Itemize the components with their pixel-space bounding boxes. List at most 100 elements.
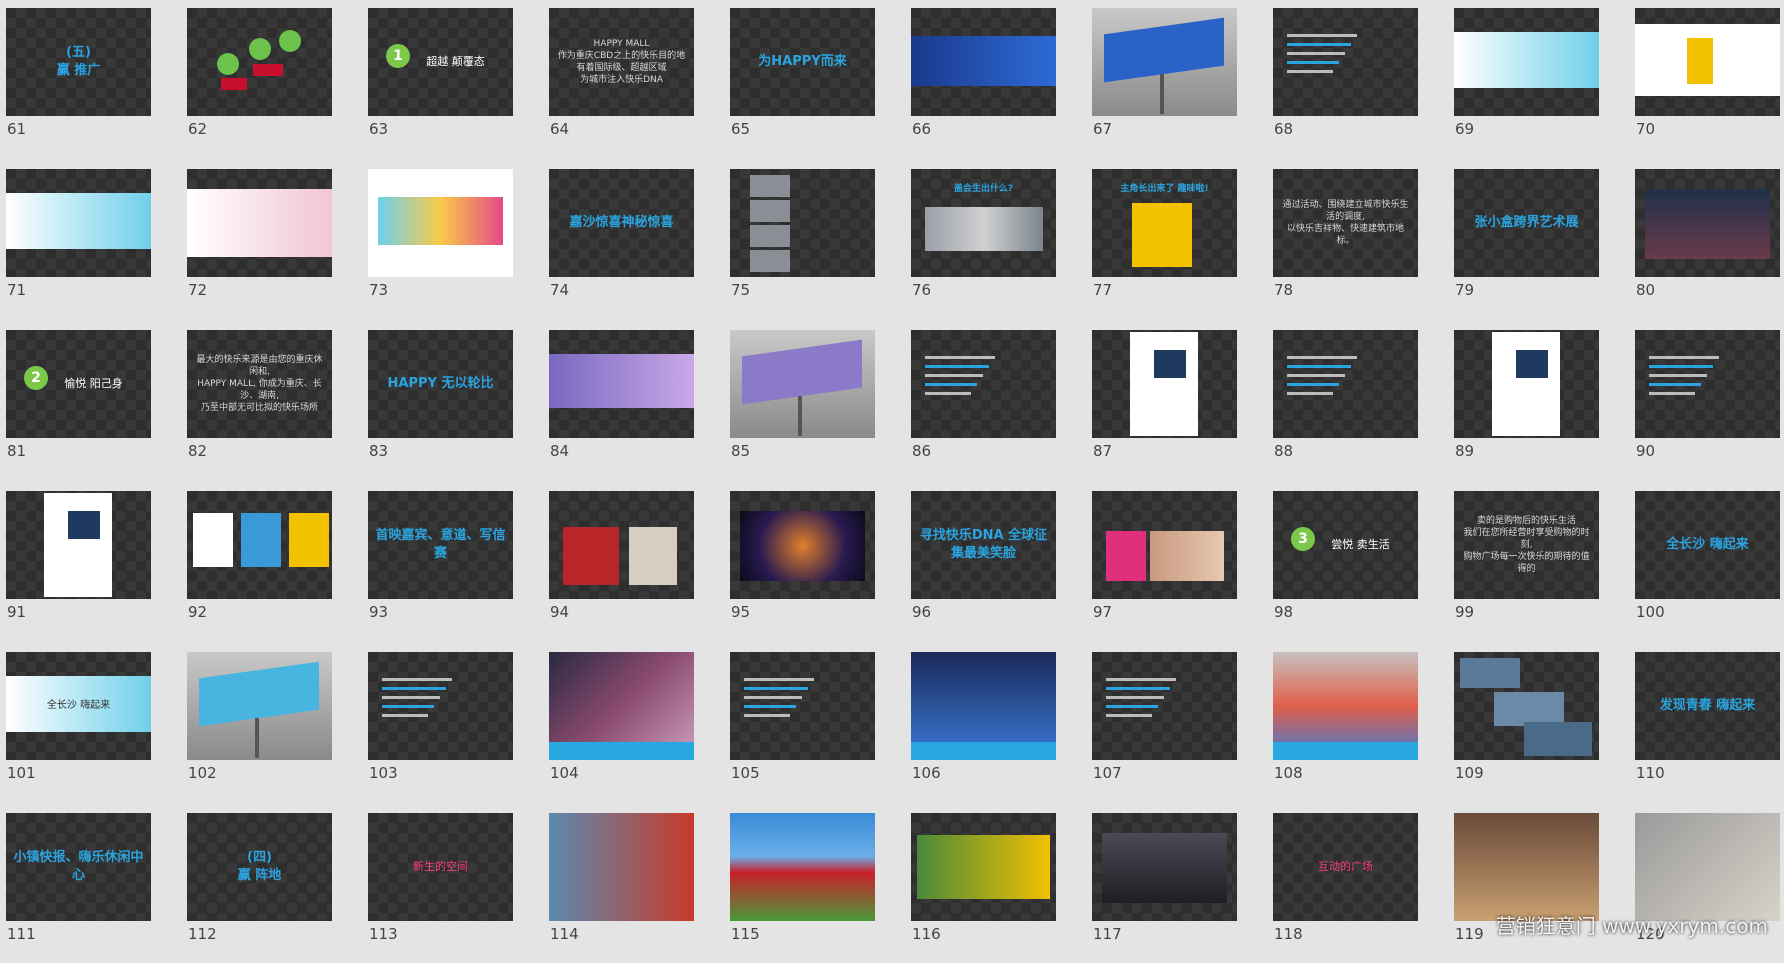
- slide-preview[interactable]: [549, 813, 694, 921]
- slide-preview[interactable]: [1092, 652, 1237, 760]
- slide-thumbnail[interactable]: 120: [1635, 813, 1780, 963]
- slide-thumbnail[interactable]: 发现青春 嗨起来 110: [1635, 652, 1780, 802]
- slide-thumbnail[interactable]: 嘉沙惊喜神秘惊喜 74: [549, 169, 694, 319]
- slide-preview[interactable]: HAPPY MALL 作为重庆CBD之上的快乐目的地 有着国际级、超越区域 为城…: [549, 8, 694, 116]
- slide-thumbnail[interactable]: 103: [368, 652, 513, 802]
- slide-thumbnail[interactable]: 119: [1454, 813, 1599, 963]
- slide-thumbnail[interactable]: 95: [730, 491, 875, 641]
- slide-preview[interactable]: 2 愉悦 阳己身: [6, 330, 151, 438]
- slide-thumbnail[interactable]: 87: [1092, 330, 1237, 480]
- slide-thumbnail[interactable]: 109: [1454, 652, 1599, 802]
- slide-thumbnail[interactable]: 116: [911, 813, 1056, 963]
- slide-thumbnail[interactable]: (四) 赢 阵地 112: [187, 813, 332, 963]
- slide-preview[interactable]: [1273, 652, 1418, 760]
- slide-thumbnail[interactable]: HAPPY MALL 作为重庆CBD之上的快乐目的地 有着国际级、超越区域 为城…: [549, 8, 694, 158]
- slide-thumbnail[interactable]: 91: [6, 491, 151, 641]
- slide-preview[interactable]: 寻找快乐DNA 全球征集最美笑脸: [911, 491, 1056, 599]
- slide-preview[interactable]: [1092, 8, 1237, 116]
- slide-thumbnail[interactable]: 105: [730, 652, 875, 802]
- slide-preview[interactable]: [187, 169, 332, 277]
- slide-preview[interactable]: 主角长出来了 趣味啦!: [1092, 169, 1237, 277]
- slide-preview[interactable]: [1635, 8, 1780, 116]
- slide-preview[interactable]: [1454, 813, 1599, 921]
- slide-preview[interactable]: 通过活动、围绕建立城市快乐生活的调度, 以快乐吉祥物、快速建筑市地标。: [1273, 169, 1418, 277]
- slide-thumbnail[interactable]: (五) 赢 推广 61: [6, 8, 151, 158]
- slide-preview[interactable]: [730, 491, 875, 599]
- slide-thumbnail[interactable]: 2 愉悦 阳己身 81: [6, 330, 151, 480]
- slide-thumbnail[interactable]: 73: [368, 169, 513, 319]
- slide-thumbnail[interactable]: 互动的广场 118: [1273, 813, 1418, 963]
- slide-thumbnail[interactable]: 85: [730, 330, 875, 480]
- slide-preview[interactable]: 首映嘉宾、意道、写信赛: [368, 491, 513, 599]
- slide-thumbnail[interactable]: 主角长出来了 趣味啦! 77: [1092, 169, 1237, 319]
- slide-preview[interactable]: [1454, 652, 1599, 760]
- slide-thumbnail[interactable]: 1 超越 颠覆态 63: [368, 8, 513, 158]
- slide-preview[interactable]: [911, 330, 1056, 438]
- slide-thumbnail[interactable]: 75: [730, 169, 875, 319]
- slide-thumbnail[interactable]: 最大的快乐来源是由您的重庆休闲和, HAPPY MALL, 你成为重庆、长沙、湖…: [187, 330, 332, 480]
- slide-thumbnail[interactable]: 盖会生出什么? 76: [911, 169, 1056, 319]
- slide-thumbnail[interactable]: 114: [549, 813, 694, 963]
- slide-preview[interactable]: (五) 赢 推广: [6, 8, 151, 116]
- slide-preview[interactable]: [1092, 813, 1237, 921]
- slide-preview[interactable]: [368, 652, 513, 760]
- slide-preview[interactable]: 卖的是购物后的快乐生活 我们在您所经营时享受购物的时刻, 购物广场每一次快乐的期…: [1454, 491, 1599, 599]
- slide-preview[interactable]: 为HAPPY而来: [730, 8, 875, 116]
- slide-thumbnail[interactable]: 107: [1092, 652, 1237, 802]
- slide-preview[interactable]: [911, 652, 1056, 760]
- slide-preview[interactable]: 互动的广场: [1273, 813, 1418, 921]
- slide-thumbnail[interactable]: 97: [1092, 491, 1237, 641]
- slide-preview[interactable]: (四) 赢 阵地: [187, 813, 332, 921]
- slide-preview[interactable]: 1 超越 颠覆态: [368, 8, 513, 116]
- slide-preview[interactable]: [6, 491, 151, 599]
- slide-thumbnail[interactable]: 小镇快报、嗨乐休闲中心 111: [6, 813, 151, 963]
- slide-preview[interactable]: 嘉沙惊喜神秘惊喜: [549, 169, 694, 277]
- slide-preview[interactable]: [187, 8, 332, 116]
- slide-thumbnail[interactable]: 102: [187, 652, 332, 802]
- slide-thumbnail[interactable]: 寻找快乐DNA 全球征集最美笑脸 96: [911, 491, 1056, 641]
- slide-preview[interactable]: [1273, 8, 1418, 116]
- slide-thumbnail[interactable]: HAPPY 无以轮比 83: [368, 330, 513, 480]
- slide-preview[interactable]: [187, 652, 332, 760]
- slide-preview[interactable]: [1635, 330, 1780, 438]
- slide-thumbnail[interactable]: 为HAPPY而来 65: [730, 8, 875, 158]
- slide-preview[interactable]: 最大的快乐来源是由您的重庆休闲和, HAPPY MALL, 你成为重庆、长沙、湖…: [187, 330, 332, 438]
- slide-preview[interactable]: HAPPY 无以轮比: [368, 330, 513, 438]
- slide-preview[interactable]: 小镇快报、嗨乐休闲中心: [6, 813, 151, 921]
- slide-thumbnail[interactable]: 全长沙 嗨起来 100: [1635, 491, 1780, 641]
- slide-preview[interactable]: [549, 652, 694, 760]
- slide-preview[interactable]: 全长沙 嗨起来: [6, 652, 151, 760]
- slide-thumbnail[interactable]: 全长沙 嗨起来 101: [6, 652, 151, 802]
- slide-thumbnail[interactable]: 71: [6, 169, 151, 319]
- slide-thumbnail[interactable]: 115: [730, 813, 875, 963]
- slide-preview[interactable]: [1454, 8, 1599, 116]
- slide-thumbnail[interactable]: 80: [1635, 169, 1780, 319]
- slide-preview[interactable]: 发现青春 嗨起来: [1635, 652, 1780, 760]
- slide-thumbnail[interactable]: 106: [911, 652, 1056, 802]
- slide-preview[interactable]: 3 尝悦 卖生活: [1273, 491, 1418, 599]
- slide-thumbnail[interactable]: 卖的是购物后的快乐生活 我们在您所经营时享受购物的时刻, 购物广场每一次快乐的期…: [1454, 491, 1599, 641]
- slide-preview[interactable]: [730, 169, 875, 277]
- slide-preview[interactable]: [549, 491, 694, 599]
- slide-thumbnail[interactable]: 62: [187, 8, 332, 158]
- slide-preview[interactable]: [911, 8, 1056, 116]
- slide-preview[interactable]: [1454, 330, 1599, 438]
- slide-preview[interactable]: 新生的空间: [368, 813, 513, 921]
- slide-preview[interactable]: [1273, 330, 1418, 438]
- slide-thumbnail[interactable]: 首映嘉宾、意道、写信赛 93: [368, 491, 513, 641]
- slide-preview[interactable]: [1635, 169, 1780, 277]
- slide-preview[interactable]: 张小盒跨界艺术展: [1454, 169, 1599, 277]
- slide-thumbnail[interactable]: 70: [1635, 8, 1780, 158]
- slide-preview[interactable]: [1635, 813, 1780, 921]
- slide-thumbnail[interactable]: 通过活动、围绕建立城市快乐生活的调度, 以快乐吉祥物、快速建筑市地标。 78: [1273, 169, 1418, 319]
- slide-preview[interactable]: [730, 330, 875, 438]
- slide-thumbnail[interactable]: 张小盒跨界艺术展 79: [1454, 169, 1599, 319]
- slide-preview[interactable]: [368, 169, 513, 277]
- slide-thumbnail[interactable]: 67: [1092, 8, 1237, 158]
- slide-preview[interactable]: [1092, 330, 1237, 438]
- slide-thumbnail[interactable]: 72: [187, 169, 332, 319]
- slide-thumbnail[interactable]: 86: [911, 330, 1056, 480]
- slide-preview[interactable]: [1092, 491, 1237, 599]
- slide-thumbnail[interactable]: 117: [1092, 813, 1237, 963]
- slide-thumbnail[interactable]: 68: [1273, 8, 1418, 158]
